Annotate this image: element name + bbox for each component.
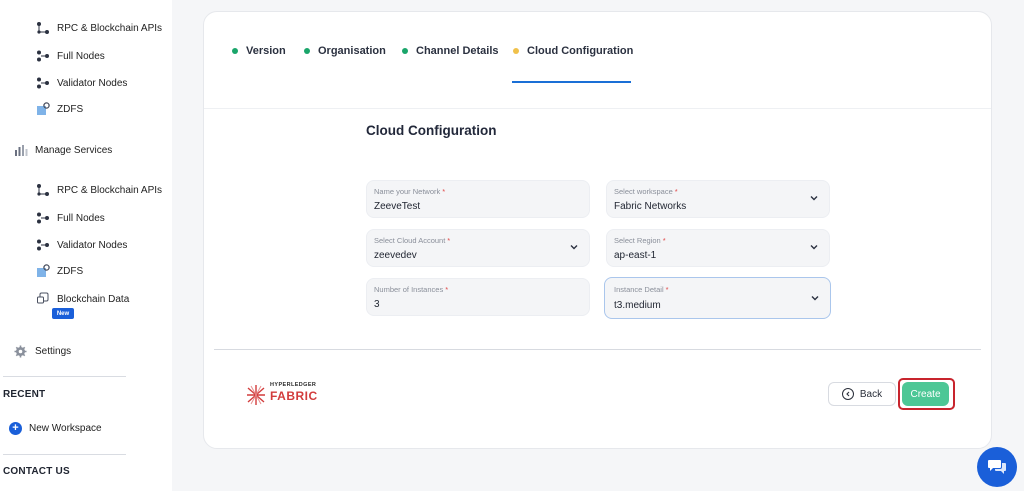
sidebar-item-settings[interactable]: Settings <box>14 345 71 358</box>
field-label: Number of Instances * <box>374 285 449 294</box>
chevron-down-icon <box>810 196 818 201</box>
instance-detail-select[interactable]: Instance Detail * t3.medium <box>604 277 831 319</box>
field-value: t3.medium <box>614 300 661 311</box>
hyperledger-fabric-logo: HYPERLEDGER FABRIC <box>246 382 326 408</box>
network-name-field[interactable]: Name your Network * ZeeveTest <box>366 180 590 218</box>
new-workspace-label: New Workspace <box>29 423 102 434</box>
sidebar-item-blockchain-data[interactable]: Blockchain Data <box>35 292 129 306</box>
sidebar-item-label: RPC & Blockchain APIs <box>57 184 163 196</box>
sidebar-item-full-nodes[interactable]: Full Nodes <box>35 211 105 225</box>
rpc-icon <box>35 183 51 197</box>
recent-heading: RECENT <box>3 389 46 400</box>
footer-divider <box>214 349 981 350</box>
manage-services-label: Manage Services <box>35 144 113 156</box>
step-label: Organisation <box>318 45 386 57</box>
back-label: Back <box>859 388 883 400</box>
bar-chart-icon <box>14 144 30 156</box>
sidebar-item-rpc-apis[interactable]: RPC & Blockchain APIs <box>35 183 162 197</box>
step-label: Cloud Configuration <box>527 45 634 57</box>
sidebar-item-label: Blockchain Data <box>57 293 130 305</box>
sidebar-item-label: Full Nodes <box>57 212 105 224</box>
contact-heading[interactable]: CONTACT US <box>3 466 70 477</box>
sidebar-item-zdfs[interactable]: ZDFS <box>35 264 83 278</box>
field-value: Fabric Networks <box>614 201 687 212</box>
instances-field[interactable]: Number of Instances * 3 <box>366 278 590 316</box>
step-status-dot <box>402 48 408 54</box>
new-badge: New <box>52 308 74 319</box>
logo-main-text: FABRIC <box>270 389 318 403</box>
new-workspace-link[interactable]: + New Workspace <box>9 422 102 435</box>
step-channel-details[interactable]: Channel Details <box>402 45 499 57</box>
sidebar-item-full-nodes[interactable]: Full Nodes <box>35 49 105 63</box>
field-label: Select workspace * <box>614 187 678 196</box>
sidebar-divider <box>3 376 126 377</box>
workspace-select[interactable]: Select workspace * Fabric Networks <box>606 180 830 218</box>
plus-icon: + <box>9 422 22 435</box>
create-button[interactable]: Create <box>902 382 949 406</box>
chat-button[interactable] <box>977 447 1017 487</box>
step-label: Channel Details <box>416 45 499 57</box>
step-status-dot <box>232 48 238 54</box>
field-value: ZeeveTest <box>374 201 421 212</box>
sidebar-item-label: RPC & Blockchain APIs <box>57 22 163 34</box>
settings-label: Settings <box>35 346 72 357</box>
zdfs-icon <box>35 264 51 278</box>
field-label: Select Region * <box>614 236 666 245</box>
chat-icon <box>988 460 1006 474</box>
step-organisation[interactable]: Organisation <box>304 45 386 57</box>
sidebar-divider <box>3 454 126 455</box>
back-arrow-icon <box>841 388 854 400</box>
step-status-dot <box>513 48 519 54</box>
nodes-icon <box>35 49 51 63</box>
nodes-icon <box>35 238 51 252</box>
step-status-dot <box>304 48 310 54</box>
field-value: ap-east-1 <box>614 250 657 261</box>
nodes-icon <box>35 211 51 225</box>
sidebar-item-label: Validator Nodes <box>57 239 128 251</box>
section-title: Cloud Configuration <box>366 123 497 138</box>
step-label: Version <box>246 45 286 57</box>
field-label: Select Cloud Account * <box>374 236 451 245</box>
data-icon <box>35 292 51 306</box>
configuration-card: Version Organisation Channel Details Clo… <box>203 11 992 449</box>
sidebar-item-rpc-apis[interactable]: RPC & Blockchain APIs <box>35 21 162 35</box>
field-label: Instance Detail * <box>614 285 669 294</box>
field-label: Name your Network * <box>374 187 446 196</box>
zdfs-icon <box>35 102 51 116</box>
chevron-down-icon <box>811 296 819 301</box>
sidebar: RPC & Blockchain APIs Full Nodes Validat… <box>0 0 172 491</box>
sidebar-item-zdfs[interactable]: ZDFS <box>35 102 83 116</box>
gear-icon <box>14 345 30 358</box>
cloud-account-select[interactable]: Select Cloud Account * zeevedev <box>366 229 590 267</box>
sidebar-item-label: Validator Nodes <box>57 77 128 89</box>
step-cloud-configuration[interactable]: Cloud Configuration <box>513 45 633 57</box>
fabric-logo-icon <box>247 385 265 405</box>
sidebar-item-label: ZDFS <box>57 265 84 277</box>
chevron-down-icon <box>570 245 578 250</box>
field-value: zeevedev <box>374 250 417 261</box>
back-button[interactable]: Back <box>828 382 896 406</box>
rpc-icon <box>35 21 51 35</box>
sidebar-item-validator-nodes[interactable]: Validator Nodes <box>35 76 127 90</box>
sidebar-item-validator-nodes[interactable]: Validator Nodes <box>35 238 127 252</box>
active-step-indicator <box>512 81 631 83</box>
sidebar-item-label: Full Nodes <box>57 50 105 62</box>
logo-top-text: HYPERLEDGER <box>270 382 317 388</box>
chevron-down-icon <box>810 245 818 250</box>
field-value: 3 <box>374 299 380 310</box>
sidebar-item-label: ZDFS <box>57 103 84 115</box>
stepper: Version Organisation Channel Details Clo… <box>204 12 991 109</box>
region-select[interactable]: Select Region * ap-east-1 <box>606 229 830 267</box>
nodes-icon <box>35 76 51 90</box>
step-version[interactable]: Version <box>232 45 286 57</box>
sidebar-item-manage-services[interactable]: Manage Services <box>14 144 112 156</box>
